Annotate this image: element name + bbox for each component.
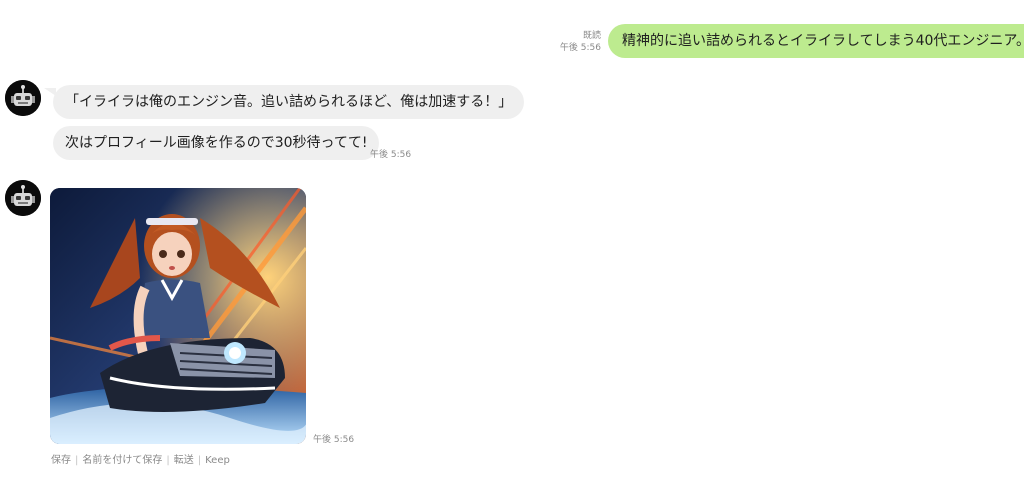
- bot-avatar[interactable]: [5, 180, 41, 216]
- generated-image[interactable]: [50, 188, 306, 444]
- anime-engineer-illustration: [50, 188, 306, 444]
- incoming-timestamp: 午後 5:56: [370, 150, 412, 160]
- image-timestamp: 午後 5:56: [313, 435, 355, 445]
- bot-avatar[interactable]: [5, 80, 41, 116]
- outgoing-timestamp: 午後 5:56: [559, 43, 601, 53]
- forward-link[interactable]: 転送: [174, 455, 194, 466]
- outgoing-message-bubble[interactable]: 精神的に追い詰められるとイライラしてしまう40代エンジニア。: [608, 24, 1024, 58]
- separator: |: [166, 455, 170, 466]
- keep-link[interactable]: Keep: [205, 455, 230, 466]
- robot-avatar-icon: [5, 180, 41, 216]
- save-as-link[interactable]: 名前を付けて保存: [82, 455, 162, 466]
- incoming-message-bubble[interactable]: 「イライラは俺のエンジン音。追い詰められるほど、俺は加速する！」: [53, 85, 525, 119]
- incoming-message-bubble[interactable]: 次はプロフィール画像を作るので30秒待ってて!: [53, 126, 380, 160]
- separator: |: [75, 455, 79, 466]
- separator: |: [197, 455, 202, 466]
- robot-avatar-icon: [5, 80, 41, 116]
- outgoing-meta: 既読 午後 5:56: [560, 30, 601, 54]
- read-receipt: 既読: [582, 31, 601, 41]
- save-link[interactable]: 保存: [51, 455, 71, 466]
- image-actions: 保存 | 名前を付けて保存 | 転送 | Keep: [51, 451, 230, 466]
